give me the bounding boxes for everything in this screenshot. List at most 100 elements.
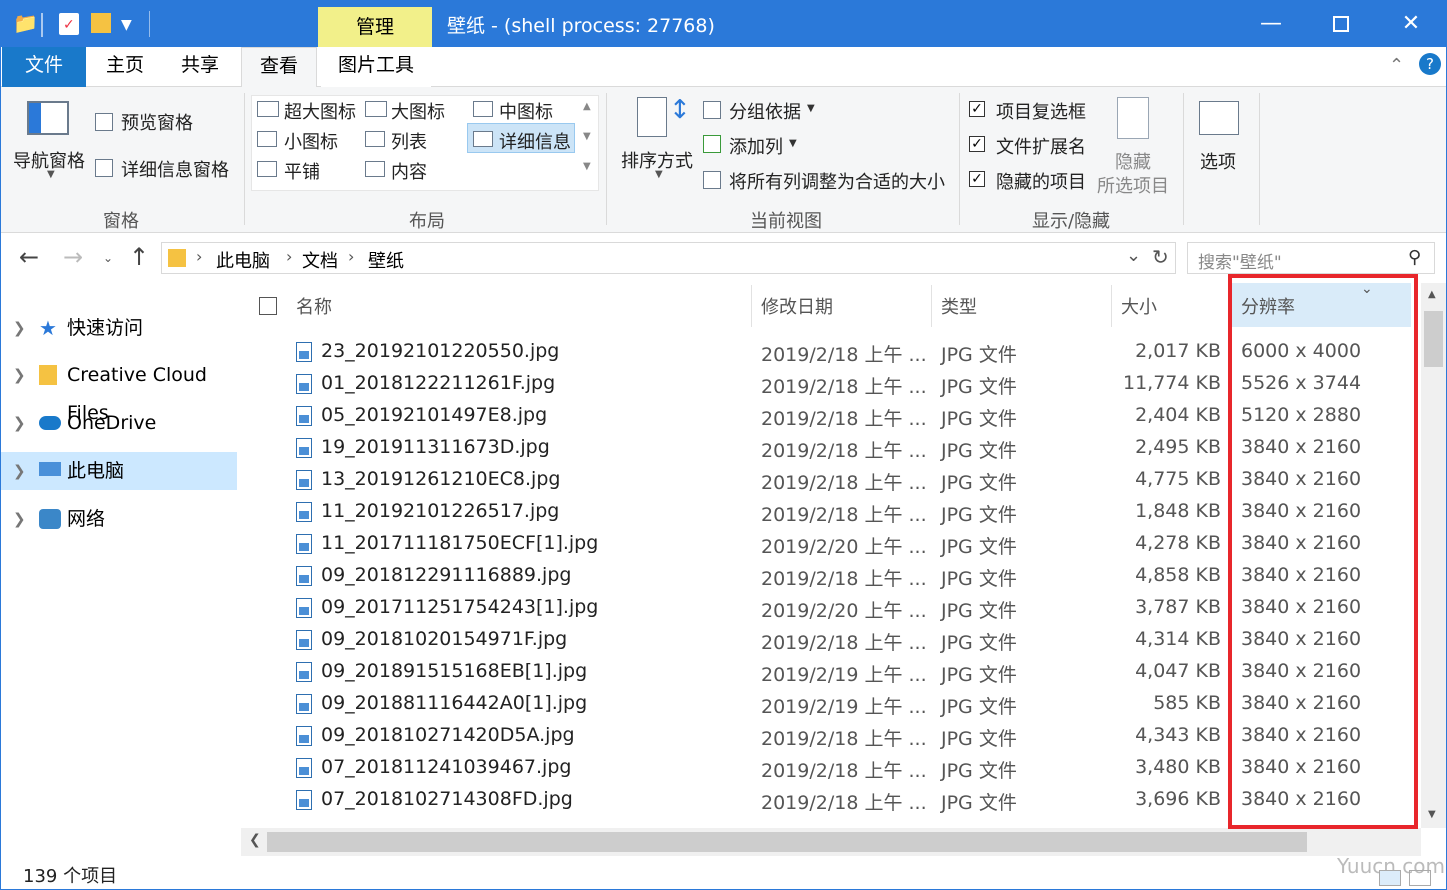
nav-label: OneDrive bbox=[67, 412, 157, 434]
chevron-down-icon[interactable]: ▼ bbox=[807, 103, 815, 114]
computer-icon bbox=[39, 462, 61, 476]
large-icons-view-icon[interactable] bbox=[1409, 870, 1431, 886]
chevron-right-icon[interactable]: ❯ bbox=[13, 404, 26, 442]
jpg-file-icon bbox=[296, 598, 312, 618]
scroll-down-icon[interactable]: ▼ bbox=[1428, 809, 1436, 820]
nav-item-this-pc[interactable]: ❯ 此电脑 bbox=[1, 452, 237, 490]
recent-locations-icon[interactable]: ⌄ bbox=[103, 251, 113, 265]
column-header-name[interactable]: 名称 bbox=[296, 293, 332, 319]
hide-selected-button[interactable]: 隐藏 bbox=[1115, 148, 1151, 174]
scroll-thumb[interactable] bbox=[267, 832, 1307, 852]
explorer-window: 📁 ✓ ▼ 管理 壁纸 - (shell process: 27768) — ✕… bbox=[0, 0, 1447, 890]
highlight-box bbox=[1228, 274, 1418, 829]
layout-extra-large-icons[interactable]: 超大图标 bbox=[284, 98, 356, 124]
tab-view[interactable]: 查看 bbox=[241, 47, 317, 88]
context-tab-manage[interactable]: 管理 bbox=[318, 7, 432, 47]
tab-home[interactable]: 主页 bbox=[93, 47, 157, 87]
tab-file[interactable]: 文件 bbox=[2, 47, 86, 87]
layout-details[interactable]: 详细信息 bbox=[499, 128, 571, 154]
scroll-left-icon[interactable]: ❮ bbox=[249, 832, 261, 848]
hidden-items-label: 隐藏的项目 bbox=[996, 172, 1086, 193]
layout-content[interactable]: 内容 bbox=[391, 158, 427, 184]
help-icon[interactable]: ? bbox=[1419, 53, 1441, 75]
chevron-down-icon[interactable]: ▼ bbox=[47, 169, 55, 180]
close-button[interactable]: ✕ bbox=[1378, 5, 1444, 43]
search-icon[interactable]: ⚲ bbox=[1408, 247, 1421, 268]
column-header-size[interactable]: 大小 bbox=[1121, 293, 1157, 319]
properties-icon[interactable]: ✓ bbox=[59, 13, 79, 35]
jpg-file-icon bbox=[296, 694, 312, 714]
add-columns-button[interactable]: 添加列 bbox=[729, 133, 783, 159]
hidden-items-checkbox[interactable]: ✓ bbox=[969, 171, 985, 187]
horizontal-scrollbar[interactable]: ❮ bbox=[241, 828, 1421, 856]
column-separator[interactable] bbox=[1111, 285, 1112, 327]
chevron-right-icon[interactable]: ❯ bbox=[13, 356, 26, 394]
preview-pane-button[interactable]: 预览窗格 bbox=[121, 109, 193, 135]
file-type: JPG 文件 bbox=[941, 440, 1017, 462]
nav-item-onedrive[interactable]: ❯ OneDrive bbox=[1, 404, 237, 442]
details-pane-button[interactable]: 详细信息窗格 bbox=[121, 156, 229, 182]
group-by-button[interactable]: 分组依据 bbox=[729, 98, 801, 124]
details-view-icon[interactable] bbox=[1379, 870, 1401, 886]
chevron-right-icon[interactable]: ❯ bbox=[13, 500, 26, 538]
details-pane-icon bbox=[95, 159, 113, 177]
folder-icon bbox=[168, 249, 186, 267]
collapse-ribbon-icon[interactable]: ⌃ bbox=[1389, 55, 1404, 76]
small-icons-icon bbox=[257, 131, 277, 147]
address-bar[interactable]: › 此电脑 › 文档 › 壁纸 ⌄ ↻ bbox=[161, 242, 1176, 274]
refresh-icon[interactable]: ↻ bbox=[1152, 245, 1169, 269]
breadcrumb-wallpaper[interactable]: 壁纸 bbox=[368, 247, 404, 273]
breadcrumb-this-pc[interactable]: 此电脑 bbox=[216, 247, 270, 273]
size-all-columns-button[interactable]: 将所有列调整为合适的大小 bbox=[729, 168, 945, 194]
file-extensions-checkbox[interactable]: ✓ bbox=[969, 136, 985, 152]
group-by-icon bbox=[703, 101, 721, 119]
file-name: 11_201711181750ECF[1].jpg bbox=[321, 532, 599, 554]
select-all-checkbox[interactable] bbox=[259, 297, 277, 315]
chevron-right-icon[interactable]: ❯ bbox=[13, 452, 26, 490]
breadcrumb-documents[interactable]: 文档 bbox=[302, 247, 338, 273]
up-icon[interactable]: ↑ bbox=[129, 243, 149, 271]
search-box[interactable]: 搜索"壁纸" ⚲ bbox=[1187, 242, 1435, 274]
file-size: 3,696 KB bbox=[1135, 788, 1221, 810]
tab-picture-tools[interactable]: 图片工具 bbox=[321, 47, 431, 87]
jpg-file-icon bbox=[296, 470, 312, 490]
column-header-modified[interactable]: 修改日期 bbox=[761, 293, 833, 319]
chevron-down-icon[interactable]: ▼ bbox=[121, 17, 132, 33]
maximize-button[interactable] bbox=[1308, 5, 1374, 43]
expand-gallery-icon[interactable]: ▼ bbox=[583, 161, 591, 172]
back-icon[interactable]: ← bbox=[19, 243, 39, 271]
divider bbox=[959, 93, 960, 225]
ribbon: 导航窗格 ▼ 预览窗格 详细信息窗格 窗格 超大图标 大图标 中图标 小图标 列… bbox=[1, 87, 1446, 233]
nav-item-creative-cloud[interactable]: ❯ Creative Cloud Files bbox=[1, 356, 237, 424]
nav-item-quick-access[interactable]: ❯ ★ 快速访问 bbox=[1, 309, 237, 347]
file-type: JPG 文件 bbox=[941, 536, 1017, 558]
chevron-right-icon[interactable]: ❯ bbox=[13, 309, 26, 347]
layout-large-icons[interactable]: 大图标 bbox=[391, 98, 445, 124]
new-folder-icon[interactable] bbox=[91, 13, 111, 33]
file-size: 2,495 KB bbox=[1135, 436, 1221, 458]
file-type: JPG 文件 bbox=[941, 632, 1017, 654]
scroll-down-icon[interactable]: ▼ bbox=[583, 131, 591, 142]
item-checkboxes-checkbox[interactable]: ✓ bbox=[969, 101, 985, 117]
vertical-scrollbar[interactable]: ▲ ▼ bbox=[1421, 283, 1446, 828]
layout-tiles[interactable]: 平铺 bbox=[284, 158, 320, 184]
column-separator[interactable] bbox=[751, 285, 752, 327]
scroll-thumb[interactable] bbox=[1424, 311, 1443, 367]
forward-icon[interactable]: → bbox=[63, 243, 83, 271]
scroll-up-icon[interactable]: ▲ bbox=[1428, 289, 1436, 300]
file-size: 4,858 KB bbox=[1135, 564, 1221, 586]
minimize-button[interactable]: — bbox=[1238, 5, 1304, 43]
layout-medium-icons[interactable]: 中图标 bbox=[499, 98, 553, 124]
layout-small-icons[interactable]: 小图标 bbox=[284, 128, 338, 154]
scroll-up-icon[interactable]: ▲ bbox=[583, 101, 591, 112]
nav-item-network[interactable]: ❯ 网络 bbox=[1, 500, 237, 538]
chevron-down-icon[interactable]: ▼ bbox=[789, 138, 797, 149]
column-separator[interactable] bbox=[931, 285, 932, 327]
options-button[interactable]: 选项 bbox=[1200, 148, 1236, 174]
tab-share[interactable]: 共享 bbox=[167, 47, 233, 87]
star-icon: ★ bbox=[39, 316, 57, 340]
layout-list[interactable]: 列表 bbox=[391, 128, 427, 154]
chevron-down-icon[interactable]: ⌄ bbox=[1126, 245, 1141, 266]
column-header-type[interactable]: 类型 bbox=[941, 293, 977, 319]
chevron-down-icon[interactable]: ▼ bbox=[655, 169, 663, 180]
